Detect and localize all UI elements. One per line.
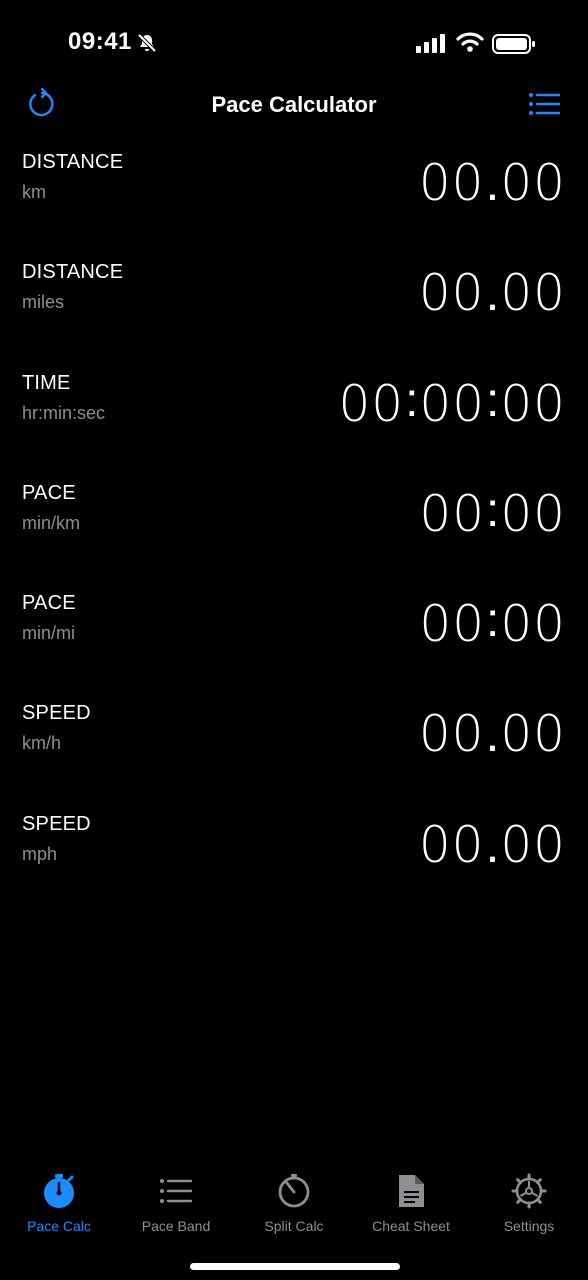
tab-label: Settings (503, 1218, 555, 1234)
speed-mph-value[interactable]: 00 . 00 (419, 810, 566, 880)
gear-icon (470, 1172, 588, 1210)
value-separator: . (485, 155, 500, 211)
bell-slash-icon (136, 32, 158, 59)
tab-label: Split Calc (264, 1218, 324, 1234)
tab-cheat-sheet[interactable]: Cheat Sheet (352, 1172, 470, 1242)
time-value[interactable]: 00 : 00 : 00 (338, 369, 566, 439)
menu-list-button[interactable] (522, 86, 566, 126)
row-label: PACE (22, 592, 76, 615)
row-unit: km (22, 182, 46, 202)
home-indicator (190, 1263, 400, 1270)
value-separator: : (486, 373, 500, 427)
page-title: Pace Calculator (211, 92, 377, 117)
tab-label: Pace Band (141, 1218, 211, 1234)
battery-icon (492, 33, 536, 60)
stopwatch-icon (0, 1172, 118, 1210)
value-right: 00 (500, 815, 566, 874)
row-unit: miles (22, 292, 65, 313)
value-right: 00 (500, 705, 566, 764)
pace-mi-row: PACE min/mi 00 : 00 (0, 581, 588, 691)
value-left: 00 (418, 154, 485, 212)
row-label: PACE (22, 481, 76, 504)
row-unit: min/mi (22, 623, 75, 644)
row-label: DISTANCE (22, 261, 124, 284)
speed-kmh-row: SPEED km/h 00 . 00 (0, 691, 588, 801)
value-left: 00 (418, 264, 485, 323)
status-bar: 09:41 (0, 0, 588, 88)
row-label: SPEED (22, 702, 91, 725)
row-label: TIME (22, 371, 71, 394)
tab-label: Pace Calc (27, 1218, 91, 1234)
value-left: 00 (418, 815, 485, 874)
pace-km-value[interactable]: 00 : 00 (419, 479, 566, 549)
list-icon (117, 1172, 235, 1210)
tab-bar: Pace Calc Pace Band Split Calc Cheat She… (0, 1160, 588, 1280)
row-unit: km/h (22, 733, 62, 754)
value-separator: : (405, 373, 419, 427)
value-left: 00 (418, 705, 485, 764)
status-time: 09:41 (68, 28, 132, 55)
navigation-bar: Pace Calculator (0, 80, 588, 132)
pace-calculator-rows: DISTANCE km 00 . 00 DISTANCE miles 00 . … (0, 140, 588, 912)
value-right: 00 (500, 154, 566, 212)
wifi-icon (456, 31, 484, 58)
list-icon (528, 91, 561, 122)
row-unit: hr:min:sec (22, 402, 106, 423)
pace-km-row: PACE min/km 00 : 00 (0, 471, 588, 581)
value-right: 00 (500, 595, 566, 654)
value-left: 00 (419, 595, 486, 654)
value-separator: . (485, 265, 500, 322)
speed-kmh-value[interactable]: 00 . 00 (419, 699, 566, 769)
row-label: DISTANCE (22, 151, 124, 173)
value-separator: : (486, 594, 500, 648)
row-label: SPEED (22, 812, 91, 835)
value-right: 00 (500, 484, 566, 543)
tab-label: Cheat Sheet (372, 1218, 450, 1234)
value-hours: 00 (338, 374, 405, 433)
speed-mph-row: SPEED mph 00 . 00 (0, 802, 588, 912)
value-right: 00 (500, 264, 566, 323)
row-unit: mph (22, 843, 58, 864)
tab-settings[interactable]: Settings (470, 1172, 588, 1242)
distance-miles-value[interactable]: 00 . 00 (419, 258, 566, 328)
time-row: TIME hr:min:sec 00 : 00 : 00 (0, 361, 588, 471)
row-unit: min/km (22, 512, 80, 533)
document-icon (352, 1172, 470, 1210)
value-seconds: 00 (500, 374, 566, 433)
value-left: 00 (419, 484, 486, 543)
value-separator: . (485, 816, 500, 873)
distance-km-value[interactable]: 00 . 00 (419, 148, 566, 218)
value-separator: : (486, 483, 500, 537)
tab-pace-band[interactable]: Pace Band (117, 1172, 235, 1242)
cellular-signal-icon (416, 33, 448, 58)
distance-miles-row: DISTANCE miles 00 . 00 (0, 250, 588, 360)
distance-km-row: DISTANCE km 00 . 00 (0, 140, 588, 250)
value-minutes: 00 (419, 374, 486, 433)
value-separator: . (485, 706, 500, 763)
tab-pace-calc[interactable]: Pace Calc (0, 1172, 118, 1242)
pace-mi-value[interactable]: 00 : 00 (419, 589, 566, 659)
timer-icon (235, 1172, 353, 1210)
tab-split-calc[interactable]: Split Calc (235, 1172, 353, 1242)
